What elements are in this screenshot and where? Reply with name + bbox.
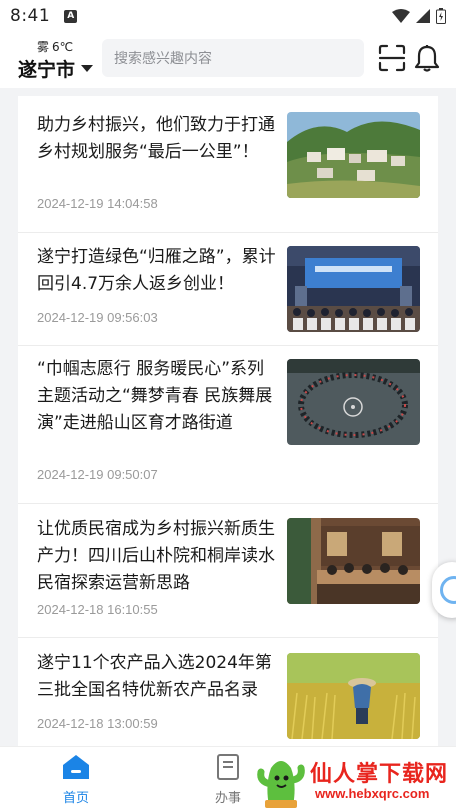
news-item[interactable]: 让优质民宿成为乡村振兴新质生产力！四川后山朴院和桐岸读水民宿探索运营新思路 20… xyxy=(18,504,438,638)
news-title: 遂宁打造绿色“归雁之路”，累计回引4.7万余人返乡创业！ xyxy=(37,247,276,294)
weather-condition: 雾 xyxy=(37,40,50,54)
news-thumbnail xyxy=(287,246,420,332)
floating-assistant-button[interactable] xyxy=(432,562,456,618)
bell-icon[interactable] xyxy=(414,44,440,72)
news-title: 让优质民宿成为乡村振兴新质生产力！四川后山朴院和桐岸读水民宿探索运营新思路 xyxy=(37,519,275,593)
site-watermark: 仙人掌下载网 www.hebxqrc.com xyxy=(255,752,455,810)
news-feed[interactable]: 助力乡村振兴，他们致力于打通乡村规划服务“最后一公里”！ 2024-12-19 … xyxy=(18,96,438,746)
signal-icon xyxy=(416,9,430,23)
news-thumbnail xyxy=(287,518,420,604)
nav-item-home[interactable]: 首页 xyxy=(36,753,116,806)
news-time: 2024-12-19 14:04:58 xyxy=(37,196,158,211)
status-time: 8:41 xyxy=(10,6,51,26)
news-title: 助力乡村振兴，他们致力于打通乡村规划服务“最后一公里”！ xyxy=(37,115,275,162)
news-item[interactable]: “巾帼志愿行 服务暖民心”系列主题活动之“舞梦青春 民族舞展演”走进船山区育才路… xyxy=(18,346,438,504)
home-icon xyxy=(63,755,89,779)
header: 雾 6℃ 遂宁市 搜索感兴趣内容 xyxy=(0,32,456,88)
news-thumbnail xyxy=(287,359,420,445)
document-icon xyxy=(217,754,239,780)
scan-icon[interactable] xyxy=(378,44,406,72)
watermark-title: 仙人掌下载网 xyxy=(310,762,449,787)
news-time: 2024-12-19 09:50:07 xyxy=(37,467,158,482)
news-thumbnail xyxy=(287,653,420,739)
chevron-down-icon xyxy=(81,65,94,72)
city-selector[interactable]: 遂宁市 xyxy=(18,55,94,82)
news-title: 遂宁11个农产品入选2024年第三批全国名特优新农产品名录 xyxy=(37,653,272,700)
city-name: 遂宁市 xyxy=(18,59,76,81)
notification-icon: A xyxy=(64,9,78,23)
weather-temperature: 6℃ xyxy=(52,39,74,54)
weather-widget[interactable]: 雾 6℃ xyxy=(37,38,73,55)
news-time: 2024-12-19 09:56:03 xyxy=(37,310,158,325)
cactus-logo xyxy=(257,761,305,808)
status-bar: 8:41 A xyxy=(0,0,456,32)
nav-label: 首页 xyxy=(62,791,89,806)
watermark-url: www.hebxqrc.com xyxy=(315,786,430,801)
news-item[interactable]: 助力乡村振兴，他们致力于打通乡村规划服务“最后一公里”！ 2024-12-19 … xyxy=(18,96,438,233)
assistant-icon xyxy=(440,576,456,604)
search-placeholder: 搜索感兴趣内容 xyxy=(114,51,212,67)
news-time: 2024-12-18 13:00:59 xyxy=(37,716,158,731)
news-item[interactable]: 遂宁打造绿色“归雁之路”，累计回引4.7万余人返乡创业！ 2024-12-19 … xyxy=(18,233,438,346)
news-item[interactable]: 遂宁11个农产品入选2024年第三批全国名特优新农产品名录 2024-12-18… xyxy=(18,638,438,746)
news-thumbnail xyxy=(287,112,420,198)
news-time: 2024-12-18 16:10:55 xyxy=(37,602,158,617)
news-title: “巾帼志愿行 服务暖民心”系列主题活动之“舞梦青春 民族舞展演”走进船山区育才路… xyxy=(37,359,273,433)
battery-icon xyxy=(436,8,446,24)
search-input[interactable]: 搜索感兴趣内容 xyxy=(102,39,364,77)
wifi-icon xyxy=(392,9,410,23)
status-indicators xyxy=(392,8,446,24)
